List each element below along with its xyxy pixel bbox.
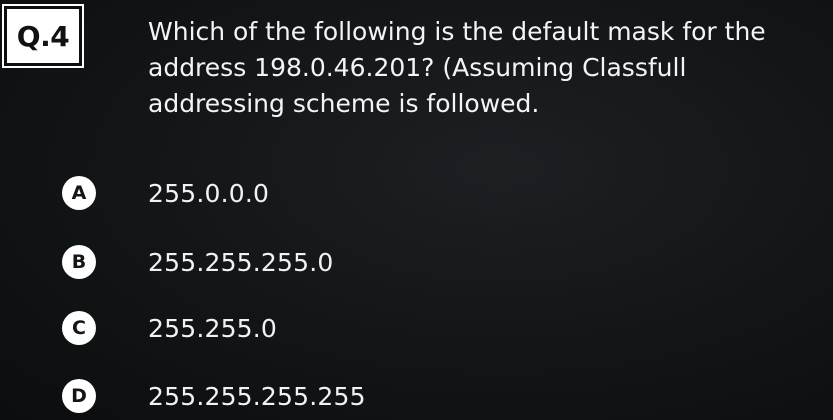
option-a-text: 255.0.0.0 [148,178,270,208]
option-c-letter: C [62,311,96,345]
option-b-letter: B [62,245,96,279]
option-d-text: 255.255.255.255 [148,381,366,411]
option-d[interactable]: D 255.255.255.255 [62,378,366,414]
option-c[interactable]: C 255.255.0 [62,310,277,346]
option-b-text: 255.255.255.0 [148,247,334,277]
question-number-badge: Q.4 [4,6,82,66]
option-d-letter: D [62,379,96,413]
option-a[interactable]: A 255.0.0.0 [62,175,269,211]
option-a-letter: A [62,176,96,210]
option-b[interactable]: B 255.255.255.0 [62,244,333,280]
question-number: Q.4 [16,19,70,53]
question-text: Which of the following is the default ma… [148,17,766,118]
option-c-text: 255.255.0 [148,313,278,343]
